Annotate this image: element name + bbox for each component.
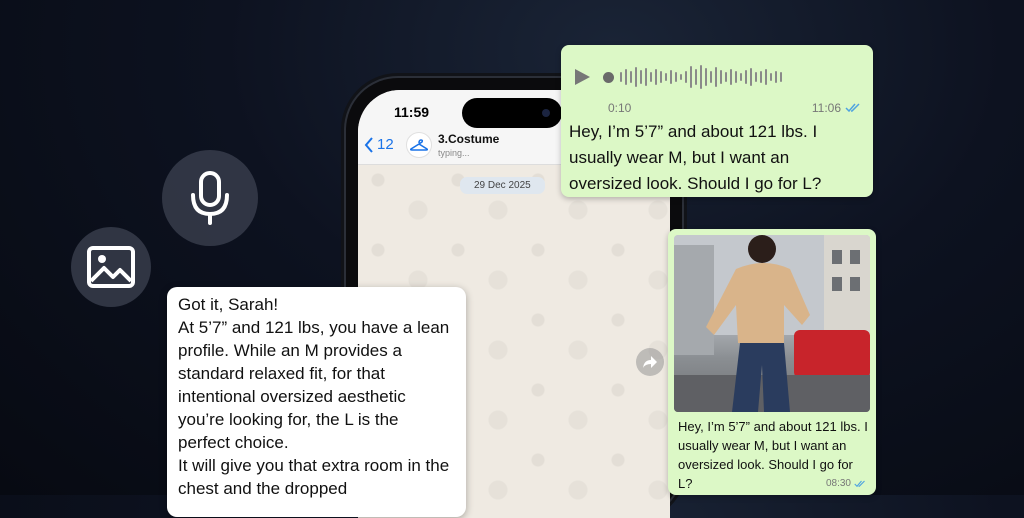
forward-icon	[643, 356, 657, 368]
unread-count: 12	[377, 136, 394, 153]
message-time: 11:06	[812, 101, 861, 115]
voice-message-bubble[interactable]: 0:10 11:06 Hey, I’m 5’7” and about 121 l…	[561, 45, 873, 197]
microphone-icon	[191, 171, 229, 225]
forward-button[interactable]	[636, 348, 664, 376]
contact-status: typing...	[438, 148, 470, 158]
double-check-icon	[854, 480, 865, 487]
contact-avatar[interactable]	[406, 132, 432, 158]
reply-greeting: Got it, Sarah!	[178, 295, 279, 314]
photo-message-bubble[interactable]: Hey, I’m 5’7” and about 121 lbs. I usual…	[668, 229, 876, 495]
photo-message-time: 08:30	[826, 478, 866, 489]
voice-time-label: 11:06	[811, 101, 841, 115]
reply-text: Got it, Sarah! At 5’7” and 121 lbs, you …	[178, 293, 454, 500]
voice-player	[573, 65, 859, 89]
contact-name[interactable]: 3.Costume	[438, 132, 499, 146]
image-button[interactable]	[71, 227, 151, 307]
reply-continuation: It will give you that extra room in the …	[178, 456, 450, 498]
photo-illustration	[674, 235, 870, 412]
hanger-icon	[410, 139, 428, 151]
photo-time-label: 08:30	[825, 478, 851, 489]
image-icon	[87, 246, 135, 288]
reply-body: At 5’7” and 121 lbs, you have a lean pro…	[178, 318, 450, 452]
microphone-button[interactable]	[162, 150, 258, 246]
voice-duration: 0:10	[608, 101, 632, 115]
play-icon[interactable]	[573, 68, 591, 86]
dynamic-island	[462, 98, 562, 128]
back-button[interactable]: 12	[364, 136, 394, 153]
voice-transcript: Hey, I’m 5’7” and about 121 lbs. I usual…	[569, 122, 822, 193]
chevron-left-icon	[364, 136, 373, 153]
voice-waveform[interactable]	[603, 65, 782, 89]
outfit-photo[interactable]	[674, 235, 870, 412]
status-time: 11:59	[394, 104, 430, 120]
double-check-icon	[845, 103, 860, 113]
reply-message-bubble[interactable]: Got it, Sarah! At 5’7” and 121 lbs, you …	[167, 287, 466, 517]
date-separator: 29 Dec 2025	[460, 177, 545, 194]
